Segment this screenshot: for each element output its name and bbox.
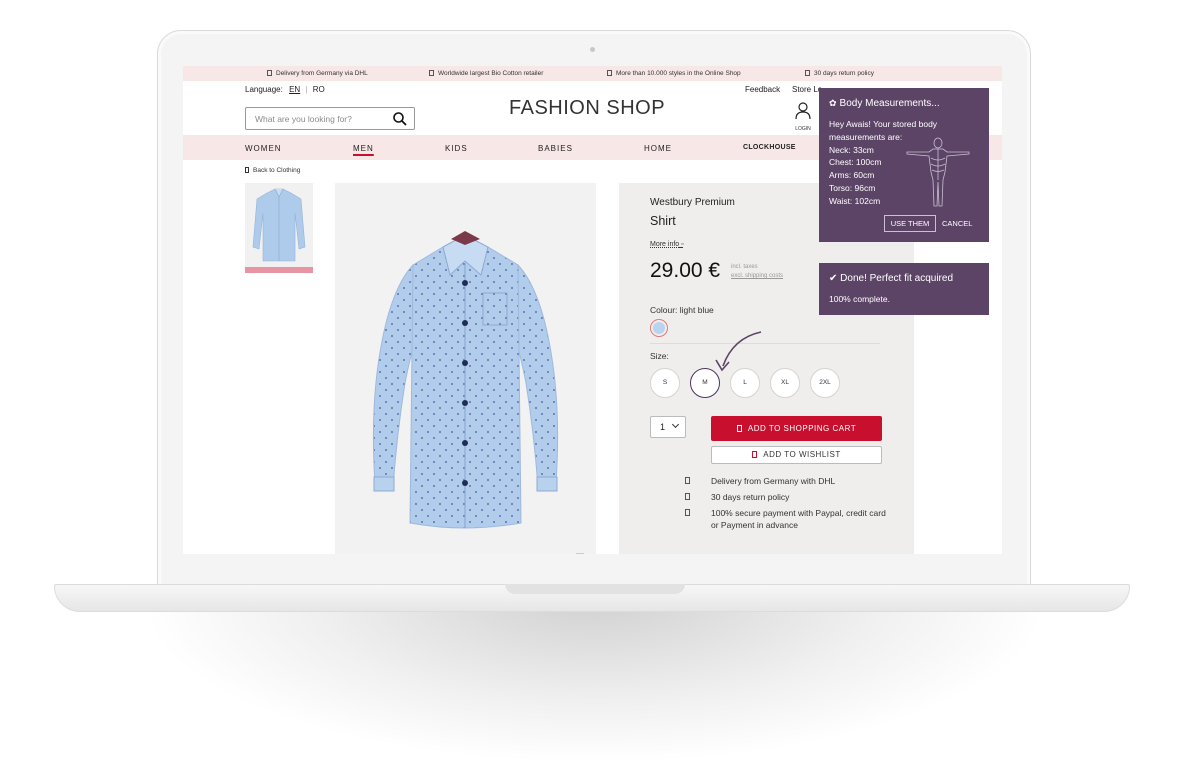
cancel-button[interactable]: CANCEL: [942, 219, 972, 228]
add-to-wishlist-button[interactable]: ADD TO WISHLIST: [711, 446, 882, 464]
image-scroll-indicator: [576, 553, 584, 554]
nav-item-babies[interactable]: BABIES: [538, 144, 573, 153]
size-label: Size:: [650, 351, 669, 361]
flower-icon: ✿: [829, 98, 837, 108]
language-ro[interactable]: RO: [313, 85, 325, 94]
use-measurements-button[interactable]: USE THEM: [884, 215, 936, 232]
size-option-2xl[interactable]: 2XL: [810, 368, 840, 398]
tag-icon: [607, 70, 612, 76]
product-price: 29.00 €: [650, 259, 721, 282]
check-icon: ✔: [829, 273, 841, 284]
cart-icon: [736, 425, 742, 432]
fit-title: ✔ Done! Perfect fit acquired: [829, 273, 954, 284]
quantity-select[interactable]: 1: [650, 416, 686, 438]
fit-progress-text: 100% complete.: [829, 294, 890, 304]
user-icon: [795, 102, 811, 120]
info-icon: ▫: [681, 241, 684, 248]
chevron-left-icon: [245, 167, 249, 173]
info-item: More than 10.000 styles in the Online Sh…: [607, 70, 741, 77]
tax-note: incl. taxes excl. shipping costs: [731, 264, 784, 281]
laptop-notch: [505, 584, 685, 594]
more-info-link[interactable]: More info ▫: [650, 241, 684, 248]
colour-swatch-light-blue[interactable]: [650, 319, 668, 337]
search-placeholder: What are you looking for?: [255, 114, 352, 124]
heart-icon: [752, 451, 758, 458]
annotation-arrow-icon: [715, 331, 762, 372]
main-product-image[interactable]: [335, 183, 596, 554]
colour-label: Colour: light blue: [650, 305, 714, 315]
browser-screen: Delivery from Germany via DHL Worldwide …: [183, 66, 1002, 554]
webcam: [590, 47, 595, 52]
back-link[interactable]: Back to Clothing: [245, 167, 300, 174]
return-icon: [685, 493, 690, 500]
site-logo[interactable]: FASHION SHOP: [509, 97, 665, 120]
truck-icon: [685, 477, 690, 484]
language-switcher: Language: EN | RO: [245, 85, 325, 94]
lock-icon: [685, 509, 690, 516]
size-option-s[interactable]: S: [650, 368, 680, 398]
leaf-icon: [429, 70, 434, 76]
feedback-link[interactable]: Feedback: [745, 85, 780, 94]
chevron-down-icon: [671, 420, 680, 429]
product-name: Shirt: [650, 214, 676, 228]
popup-title: ✿ Body Measurements...: [829, 98, 940, 109]
body-figure-icon: [906, 137, 970, 207]
language-en[interactable]: EN: [289, 85, 300, 94]
shipping-costs-link[interactable]: excl. shipping costs: [731, 272, 783, 281]
nav-item-clockhouse[interactable]: CLOCKHOUSE: [743, 144, 796, 151]
add-to-cart-button[interactable]: ADD TO SHOPPING CART: [711, 416, 882, 441]
body-measurements-popup: ✿ Body Measurements... Hey Awais! Your st…: [819, 88, 989, 242]
shirt-thumbnail-image: [252, 188, 306, 262]
package-icon: [267, 70, 272, 76]
info-item: Worldwide largest Bio Cotton retailer: [429, 70, 543, 77]
nav-item-home[interactable]: HOME: [644, 144, 672, 153]
info-item: 30 days return policy: [805, 70, 874, 77]
info-item: Delivery from Germany via DHL: [267, 70, 368, 77]
store-locator-link[interactable]: Store Lo: [792, 85, 822, 94]
product-thumbnail[interactable]: [245, 183, 313, 273]
nav-item-women[interactable]: WOMEN: [245, 144, 282, 153]
laptop-shadow: [150, 600, 1040, 760]
info-bar: Delivery from Germany via DHL Worldwide …: [183, 66, 1002, 81]
nav-item-kids[interactable]: KIDS: [445, 144, 468, 153]
shirt-image: [372, 231, 559, 529]
product-brand: Westbury Premium: [650, 197, 735, 208]
search-input[interactable]: What are you looking for?: [245, 107, 415, 130]
search-icon[interactable]: [392, 111, 408, 127]
fit-confirmation-popup: ✔ Done! Perfect fit acquired 100% comple…: [819, 263, 989, 315]
login-button[interactable]: LOGIN: [793, 102, 813, 132]
nav-item-men[interactable]: MEN: [353, 144, 374, 153]
return-icon: [805, 70, 810, 76]
